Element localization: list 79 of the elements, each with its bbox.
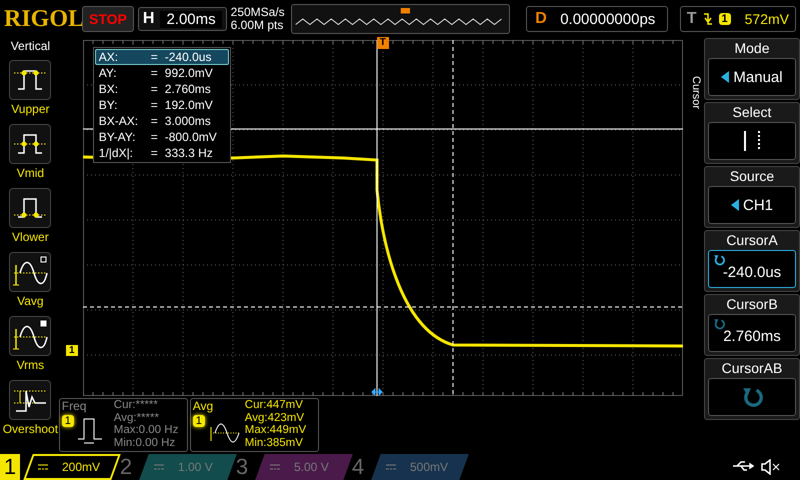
measure-label: Overshoot bbox=[2, 422, 58, 436]
measurement-stat: Cur:447mV bbox=[244, 399, 304, 412]
trigger-label: T bbox=[686, 10, 697, 28]
readout-row[interactable]: BY-AY: = -800.0mV bbox=[94, 129, 229, 145]
measurement-stat: Max:449mV bbox=[244, 424, 308, 436]
source-badge: 1 bbox=[192, 415, 205, 427]
measure-button[interactable] bbox=[9, 316, 52, 356]
readout-row[interactable]: AY: = 992.0mV bbox=[94, 65, 229, 81]
menu-title: Vertical bbox=[10, 39, 50, 53]
left-triangle-icon bbox=[721, 71, 730, 83]
cursor-position-icon bbox=[371, 388, 382, 396]
measure-button[interactable] bbox=[9, 188, 52, 228]
dc-coupling-icon bbox=[38, 464, 48, 470]
softkey-title: CursorA bbox=[726, 231, 778, 250]
measure-button[interactable] bbox=[9, 380, 52, 420]
trigger-level: 572mV bbox=[744, 11, 789, 27]
scale-text: 200mV bbox=[62, 460, 100, 474]
softkey-title: CursorAB bbox=[722, 359, 782, 378]
horizontal-label: H bbox=[142, 10, 154, 28]
softkey-button[interactable] bbox=[708, 122, 796, 160]
menu-title: Cursor bbox=[689, 76, 702, 112]
delay-label: D bbox=[535, 10, 547, 28]
measure-label: Vmid bbox=[16, 166, 44, 180]
softkey-button[interactable] bbox=[708, 378, 796, 416]
measure-label: Vavg bbox=[17, 294, 44, 308]
softkey-button[interactable]: -240.0us bbox=[708, 250, 796, 288]
cursor-line[interactable] bbox=[376, 40, 378, 396]
run-state[interactable]: STOP bbox=[82, 6, 134, 32]
measure-label: Vlower bbox=[12, 230, 49, 244]
softkey-title: Source bbox=[730, 167, 774, 186]
measurement-title: Freq bbox=[62, 399, 88, 413]
readout-row[interactable]: 1/|dX|: = 333.3 Hz bbox=[94, 145, 229, 161]
measurement-stat: Min:0.00 Hz bbox=[114, 436, 176, 449]
rotate-knob-icon bbox=[741, 386, 763, 408]
measurement-title: Avg bbox=[192, 399, 214, 413]
speaker-muted-icon bbox=[760, 459, 782, 475]
rotate-knob-icon bbox=[713, 254, 725, 266]
timebase-value: 2.00ms bbox=[160, 10, 222, 28]
measure-button[interactable] bbox=[9, 252, 52, 292]
scale-text: 1.00 V bbox=[178, 460, 213, 474]
measure-label: Vupper bbox=[11, 102, 50, 116]
cursor-line[interactable] bbox=[452, 40, 454, 396]
measurement-stat: Min:385mV bbox=[244, 436, 304, 449]
delay-value: 0.00000000ps bbox=[559, 10, 656, 28]
channel-number[interactable]: 1 bbox=[0, 454, 20, 480]
channel-marker: 1 bbox=[66, 345, 78, 356]
dc-coupling-icon bbox=[386, 464, 396, 470]
source-badge: 1 bbox=[62, 415, 74, 427]
dc-coupling-icon bbox=[270, 464, 280, 470]
rotate-knob-icon bbox=[713, 318, 725, 330]
softkey-button[interactable]: Manual bbox=[708, 58, 796, 96]
readout-row[interactable]: AX: = -240.0us bbox=[94, 49, 229, 65]
measurement-stat: Avg:***** bbox=[114, 412, 160, 424]
softkey-title: Select bbox=[732, 103, 772, 122]
cursor-line[interactable] bbox=[82, 306, 683, 308]
softkey-button[interactable]: 2.760ms bbox=[708, 314, 796, 352]
softkey-title: Mode bbox=[734, 39, 770, 58]
measure-button[interactable] bbox=[9, 124, 52, 164]
sample-rate: 250MSa/s bbox=[230, 6, 285, 19]
measurement-stat: Avg:423mV bbox=[244, 412, 306, 424]
measure-label: Vrms bbox=[16, 358, 44, 372]
trigger-marker: T bbox=[376, 37, 389, 49]
readout-row[interactable]: BY: = 192.0mV bbox=[94, 97, 229, 113]
falling-edge-icon bbox=[702, 12, 713, 26]
scale-text: 5.00 V bbox=[294, 460, 329, 474]
softkey-button[interactable]: CH1 bbox=[708, 186, 796, 224]
readout-row[interactable]: BX: = 2.760ms bbox=[94, 81, 229, 97]
softkey-title: CursorB bbox=[726, 295, 778, 314]
measurement-stat: Max:0.00 Hz bbox=[114, 424, 180, 436]
scale-text: 500mV bbox=[410, 460, 448, 474]
channel-scale[interactable]: 200mV bbox=[23, 454, 121, 480]
memory-depth: 6.00M pts bbox=[230, 19, 284, 32]
measure-button[interactable] bbox=[9, 60, 52, 100]
measurement-stat: Cur:***** bbox=[114, 399, 159, 412]
trigger-source: 1 bbox=[718, 13, 731, 25]
readout-row[interactable]: BX-AX: = 3.000ms bbox=[94, 113, 229, 129]
dc-coupling-icon bbox=[154, 464, 164, 470]
usb-icon bbox=[732, 459, 754, 473]
left-triangle-icon bbox=[730, 199, 739, 211]
